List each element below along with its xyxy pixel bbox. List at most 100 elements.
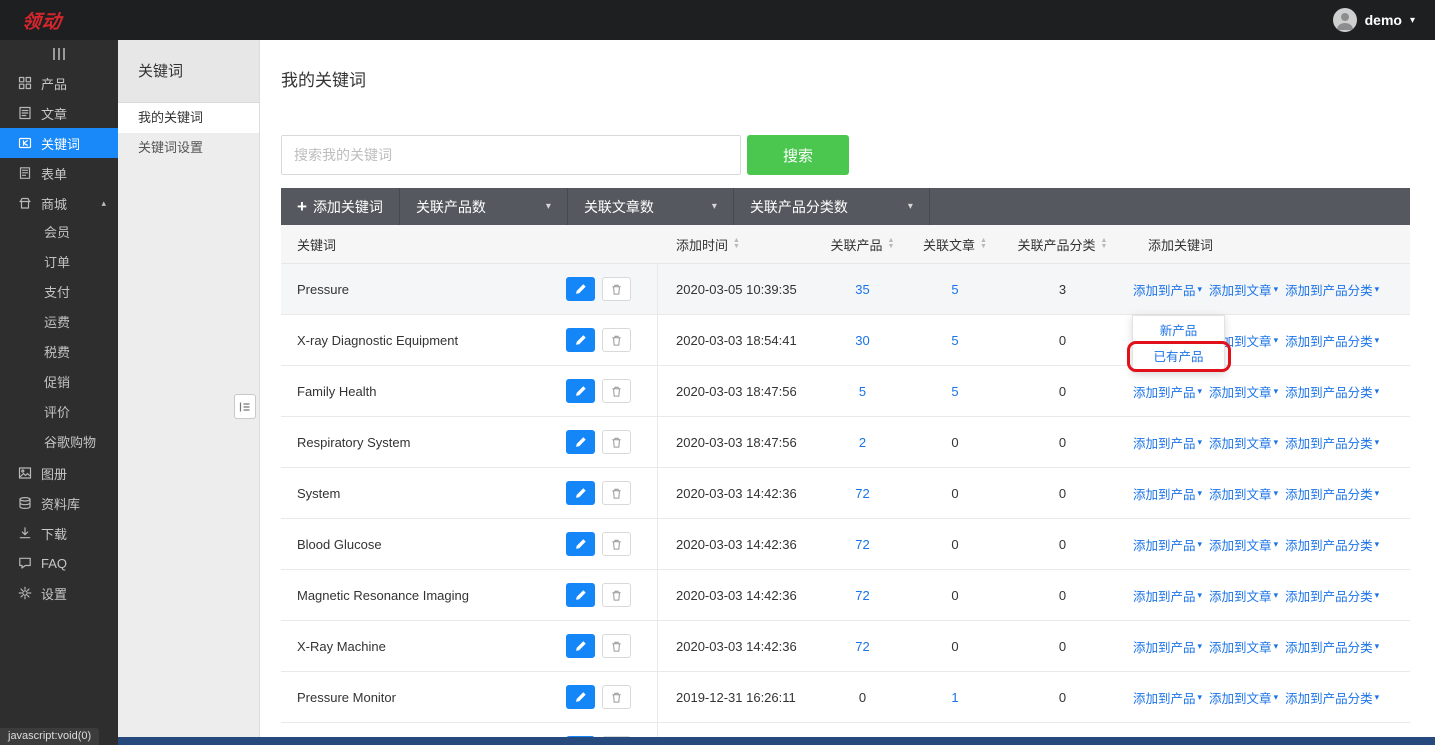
product-count-link[interactable]: 0 xyxy=(810,690,915,705)
sidebar-item-articles[interactable]: 文章 xyxy=(0,98,118,128)
subsidebar-item-my-keywords[interactable]: 我的关键词 xyxy=(118,103,259,133)
article-count-link[interactable]: 5 xyxy=(915,384,995,399)
edit-button[interactable] xyxy=(566,328,595,352)
add-to-category-dropdown[interactable]: 添加到产品分类▾ xyxy=(1285,382,1379,401)
column-header-products[interactable]: 关联产品 ▲▼ xyxy=(810,235,915,254)
add-to-article-dropdown[interactable]: 添加到文章▾ xyxy=(1209,688,1278,707)
sort-icon[interactable]: ▲▼ xyxy=(888,238,895,250)
product-count-link[interactable]: 72 xyxy=(810,537,915,552)
sidebar-item-gallery[interactable]: 图册 xyxy=(0,458,118,488)
add-to-category-dropdown[interactable]: 添加到产品分类▾ xyxy=(1285,484,1379,503)
add-to-product-dropdown[interactable]: 添加到产品▾ xyxy=(1133,688,1202,707)
article-count-link[interactable]: 5 xyxy=(915,333,995,348)
sidebar-item-library[interactable]: 资料库 xyxy=(0,488,118,518)
add-to-category-dropdown[interactable]: 添加到产品分类▾ xyxy=(1285,688,1379,707)
delete-button[interactable] xyxy=(602,481,631,505)
delete-button[interactable] xyxy=(602,583,631,607)
edit-button[interactable] xyxy=(566,583,595,607)
add-to-article-dropdown[interactable]: 添加到文章▾ xyxy=(1209,382,1278,401)
article-count-link[interactable]: 0 xyxy=(915,537,995,552)
sidebar-collapse-icon[interactable] xyxy=(0,40,118,68)
edit-button[interactable] xyxy=(566,430,595,454)
product-count-link[interactable]: 5 xyxy=(810,384,915,399)
delete-button[interactable] xyxy=(602,634,631,658)
delete-button[interactable] xyxy=(602,328,631,352)
article-count-link[interactable]: 0 xyxy=(915,588,995,603)
filter-dropdown[interactable]: 关联产品数 ▾ xyxy=(400,188,568,225)
product-count-link[interactable]: 2 xyxy=(810,435,915,450)
sidebar-item-reviews[interactable]: 评价 xyxy=(0,398,118,428)
product-count-link[interactable]: 35 xyxy=(810,282,915,297)
sidebar-item-faq[interactable]: FAQ xyxy=(0,548,118,578)
edit-button[interactable] xyxy=(566,481,595,505)
sidebar-item-download[interactable]: 下载 xyxy=(0,518,118,548)
search-button[interactable]: 搜索 xyxy=(747,135,849,175)
add-to-product-dropdown[interactable]: 添加到产品▾ xyxy=(1133,535,1202,554)
edit-button[interactable] xyxy=(566,685,595,709)
add-to-category-dropdown[interactable]: 添加到产品分类▾ xyxy=(1285,586,1379,605)
subsidebar-item-keyword-settings[interactable]: 关键词设置 xyxy=(118,133,259,163)
sort-icon[interactable]: ▲▼ xyxy=(1101,238,1108,250)
product-count-link[interactable]: 30 xyxy=(810,333,915,348)
sidebar-item-orders[interactable]: 订单 xyxy=(0,248,118,278)
delete-button[interactable] xyxy=(602,430,631,454)
add-to-category-dropdown[interactable]: 添加到产品分类▾ xyxy=(1285,535,1379,554)
delete-button[interactable] xyxy=(602,277,631,301)
sidebar-item-mall[interactable]: 商城 ▴ xyxy=(0,188,118,218)
article-count-link[interactable]: 0 xyxy=(915,639,995,654)
edit-button[interactable] xyxy=(566,634,595,658)
delete-button[interactable] xyxy=(602,685,631,709)
product-count-link[interactable]: 72 xyxy=(810,639,915,654)
article-count-link[interactable]: 5 xyxy=(915,282,995,297)
column-header-articles[interactable]: 关联文章 ▲▼ xyxy=(915,235,995,254)
delete-button[interactable] xyxy=(602,532,631,556)
add-to-article-dropdown[interactable]: 添加到文章▾ xyxy=(1209,535,1278,554)
sidebar-item-keywords[interactable]: 关键词 xyxy=(0,128,118,158)
add-to-article-dropdown[interactable]: 添加到文章▾ xyxy=(1209,637,1278,656)
add-to-category-dropdown[interactable]: 添加到产品分类▾ xyxy=(1285,331,1379,350)
sidebar-item-shipping[interactable]: 运费 xyxy=(0,308,118,338)
sidebar-item-forms[interactable]: 表单 xyxy=(0,158,118,188)
sort-icon[interactable]: ▲▼ xyxy=(980,238,987,250)
add-to-category-dropdown[interactable]: 添加到产品分类▾ xyxy=(1285,637,1379,656)
dropdown-item-existing-product[interactable]: 已有产品 xyxy=(1133,344,1224,370)
column-header-time[interactable]: 添加时间 ▲▼ xyxy=(658,235,810,254)
sidebar-item-payment[interactable]: 支付 xyxy=(0,278,118,308)
dropdown-item-new-product[interactable]: 新产品 xyxy=(1133,318,1224,344)
add-to-article-dropdown[interactable]: 添加到文章▾ xyxy=(1209,586,1278,605)
filter-dropdown[interactable]: 关联文章数 ▾ xyxy=(568,188,734,225)
search-input[interactable] xyxy=(281,135,741,175)
edit-button[interactable] xyxy=(566,532,595,556)
sidebar-item-products[interactable]: 产品 xyxy=(0,68,118,98)
product-count-link[interactable]: 72 xyxy=(810,588,915,603)
product-count-link[interactable]: 72 xyxy=(810,486,915,501)
sidebar-item-google-shopping[interactable]: 谷歌购物 xyxy=(0,428,118,458)
delete-button[interactable] xyxy=(602,379,631,403)
sidebar-item-tax[interactable]: 税费 xyxy=(0,338,118,368)
add-to-product-dropdown[interactable]: 添加到产品▾ xyxy=(1133,433,1202,452)
article-count-link[interactable]: 1 xyxy=(915,690,995,705)
article-count-link[interactable]: 0 xyxy=(915,486,995,501)
add-to-article-dropdown[interactable]: 添加到文章▾ xyxy=(1209,484,1278,503)
filter-dropdown[interactable]: 关联产品分类数 ▾ xyxy=(734,188,930,225)
add-to-product-dropdown[interactable]: 添加到产品▾ xyxy=(1133,586,1202,605)
add-to-product-dropdown[interactable]: 添加到产品▾ xyxy=(1133,637,1202,656)
sidebar-item-promotion[interactable]: 促销 xyxy=(0,368,118,398)
add-keyword-button[interactable]: + 添加关键词 xyxy=(281,188,400,225)
add-to-product-dropdown[interactable]: 添加到产品▾ xyxy=(1133,280,1202,299)
edit-button[interactable] xyxy=(566,379,595,403)
sidebar-item-members[interactable]: 会员 xyxy=(0,218,118,248)
sidebar-item-settings[interactable]: 设置 xyxy=(0,578,118,608)
add-to-product-dropdown[interactable]: 添加到产品▾ xyxy=(1133,382,1202,401)
sort-icon[interactable]: ▲▼ xyxy=(733,238,740,250)
user-menu[interactable]: demo ▾ xyxy=(1333,8,1435,32)
add-to-category-dropdown[interactable]: 添加到产品分类▾ xyxy=(1285,280,1379,299)
add-to-category-dropdown[interactable]: 添加到产品分类▾ xyxy=(1285,433,1379,452)
add-to-article-dropdown[interactable]: 添加到文章▾ xyxy=(1209,280,1278,299)
add-to-product-dropdown[interactable]: 添加到产品▾ xyxy=(1133,484,1202,503)
column-header-categories[interactable]: 关联产品分类 ▲▼ xyxy=(995,235,1130,254)
add-to-article-dropdown[interactable]: 添加到文章▾ xyxy=(1209,433,1278,452)
edit-button[interactable] xyxy=(566,277,595,301)
panel-collapse-toggle[interactable] xyxy=(234,394,256,419)
article-count-link[interactable]: 0 xyxy=(915,435,995,450)
